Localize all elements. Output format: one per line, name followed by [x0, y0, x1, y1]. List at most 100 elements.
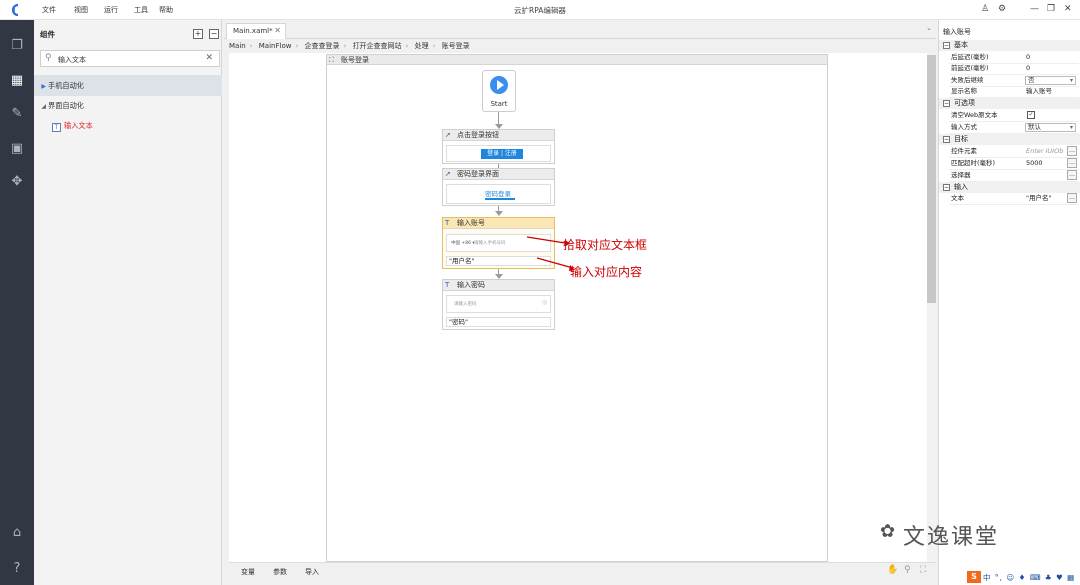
collapse-icon: −	[943, 42, 950, 49]
prop-value[interactable]: 0	[1026, 63, 1030, 74]
prop-text: 文本 "用户名" …	[949, 193, 1079, 205]
screenshot-preview: 密码登录	[446, 184, 551, 204]
editor-tab-bar: Main.xaml* ✕ ⌄	[224, 20, 936, 39]
group-input[interactable]: − 输入	[939, 182, 1080, 193]
package-icon[interactable]: ▣	[8, 140, 26, 158]
country-code-preview: 中国 +86 ▾	[451, 241, 475, 246]
group-label: 基本	[954, 41, 968, 49]
activity-title: 输入密码	[457, 281, 485, 289]
fit-icon[interactable]: ⛶	[920, 565, 926, 575]
group-label: 目标	[954, 135, 968, 143]
login-register-preview: 登录 | 注册	[481, 149, 523, 159]
files-icon[interactable]: ❐	[8, 37, 26, 55]
prop-label: 输入方式	[951, 123, 977, 131]
help-icon[interactable]: ?	[8, 560, 26, 578]
arguments-tab[interactable]: 参数	[273, 567, 287, 577]
prop-input-method: 输入方式 默认	[949, 122, 1079, 134]
group-label: 输入	[954, 183, 968, 191]
search-icon: ⚲	[45, 53, 52, 63]
group-target[interactable]: − 目标	[939, 134, 1080, 145]
settings-icon[interactable]: ⚙	[998, 4, 1006, 14]
prop-control-element: 控件元素 Enter IUIOb…	[949, 146, 1079, 158]
activity-title: 点击登录按钮	[457, 131, 499, 139]
tree-node-label: 界面自动化	[48, 101, 84, 110]
variables-tab[interactable]: 变量	[241, 567, 255, 577]
ellipsis-button[interactable]: …	[1067, 146, 1077, 156]
tree-node-label: 输入文本	[64, 121, 93, 130]
prop-value[interactable]: "用户名"	[1026, 193, 1051, 204]
password-placeholder-preview: 请输入密码	[454, 302, 477, 307]
tree-node-input-text[interactable]: T 输入文本	[52, 117, 93, 135]
start-label: Start	[490, 100, 508, 108]
prop-label: 文本	[951, 194, 964, 202]
breadcrumb-item[interactable]: 打开企查查网站	[353, 42, 402, 50]
ellipsis-button[interactable]: …	[1067, 170, 1077, 180]
annotation-input-content: 输入对应内容	[570, 265, 643, 279]
input-method-select[interactable]: 默认	[1025, 123, 1076, 132]
window-title: 云扩RPA编辑器	[514, 6, 566, 15]
tab-dropdown-icon[interactable]: ⌄	[926, 24, 932, 32]
breadcrumb-item[interactable]: 账号登录	[442, 42, 470, 50]
group-basic[interactable]: − 基本	[939, 40, 1080, 51]
ellipsis-button[interactable]: …	[1067, 193, 1077, 203]
sequence-header: ⛶ 账号登录	[327, 55, 827, 65]
plugins-icon[interactable]: ✥	[8, 173, 26, 191]
minimize-icon[interactable]: —	[1030, 4, 1039, 14]
wechat-icon: ✿	[880, 521, 896, 542]
annotation-pick-textbox: 拾取对应文本框	[563, 238, 648, 252]
clear-web-checkbox[interactable]: ✓	[1027, 111, 1035, 119]
activity-click-login[interactable]: ➚ 点击登录按钮 登录 | 注册	[442, 129, 555, 164]
tree-node-mobile-automation[interactable]: ▶ 手机自动化	[34, 75, 222, 96]
editor-bottom-bar	[229, 562, 936, 580]
ellipsis-button[interactable]: …	[1067, 158, 1077, 168]
user-icon[interactable]: ♙	[981, 4, 989, 14]
sequence-icon: ⛶	[329, 56, 334, 64]
pan-icon[interactable]: ✋	[887, 565, 898, 575]
control-element-input[interactable]: Enter IUIOb	[1026, 146, 1063, 157]
lock-icon[interactable]: ⌂	[8, 524, 26, 542]
activity-password-login-page[interactable]: ➚ 密码登录界面 密码登录	[442, 168, 555, 206]
prop-clear-web-text: 清空Web原文本 ✓	[949, 110, 1079, 122]
zoom-icon[interactable]: ⚲	[904, 565, 911, 575]
imports-tab[interactable]: 导入	[305, 567, 319, 577]
prop-value[interactable]: 0	[1026, 52, 1030, 63]
prop-selector: 选择器 …	[949, 170, 1079, 182]
prop-delay-after: 后延迟(毫秒) 0	[949, 52, 1079, 64]
recorder-icon[interactable]: ✎	[8, 105, 26, 123]
expand-arrow-icon: ▶	[41, 83, 46, 90]
clear-search-icon[interactable]: ✕	[205, 53, 213, 63]
prop-label: 选择器	[951, 171, 971, 179]
sequence-container[interactable]: ⛶ 账号登录	[326, 54, 828, 562]
close-icon[interactable]: ✕	[1064, 4, 1072, 14]
prop-display-name: 显示名称 输入账号	[949, 86, 1079, 98]
tree-node-ui-automation[interactable]: ◢ 界面自动化	[34, 95, 222, 116]
input-value-field[interactable]: "密码"	[446, 317, 551, 327]
breadcrumb-item[interactable]: Main	[229, 42, 246, 50]
prop-label: 后延迟(毫秒)	[951, 53, 989, 61]
screenshot-preview: 登录 | 注册	[446, 145, 551, 162]
continue-on-error-select[interactable]: 否	[1025, 76, 1076, 85]
activity-input-password[interactable]: T 输入密码 请输入密码 ◎ "密码"	[442, 279, 555, 330]
input-text-icon: T	[445, 219, 450, 227]
sequence-title: 账号登录	[341, 56, 369, 64]
collapse-all-button[interactable]: −	[209, 29, 219, 39]
breadcrumb-item[interactable]: MainFlow	[259, 42, 292, 50]
expand-all-button[interactable]: +	[193, 29, 203, 39]
password-login-tab-preview: 密码登录	[485, 190, 511, 198]
prop-value[interactable]: 5000	[1026, 158, 1043, 169]
breadcrumb-item[interactable]: 处理	[415, 42, 429, 50]
connector-arrow	[495, 211, 503, 216]
tab-close-icon[interactable]: ✕	[274, 24, 281, 38]
prop-continue-on-error: 失败后继续 否	[949, 75, 1079, 87]
breadcrumb-item[interactable]: 企查查登录	[305, 42, 340, 50]
prop-value[interactable]: 输入账号	[1026, 86, 1052, 97]
scrollbar-thumb[interactable]	[927, 55, 936, 303]
tab-main-xaml[interactable]: Main.xaml* ✕	[226, 23, 286, 39]
ime-logo-icon[interactable]: S	[967, 571, 981, 583]
components-icon[interactable]: ▦	[8, 72, 26, 90]
restore-icon[interactable]: ❐	[1047, 4, 1055, 14]
watermark: 文逸课堂	[903, 525, 1000, 550]
component-search-input[interactable]: ⚲ 输入文本 ✕	[40, 50, 220, 67]
group-optional[interactable]: − 可选项	[939, 98, 1080, 109]
activity-title: 密码登录界面	[457, 170, 499, 178]
